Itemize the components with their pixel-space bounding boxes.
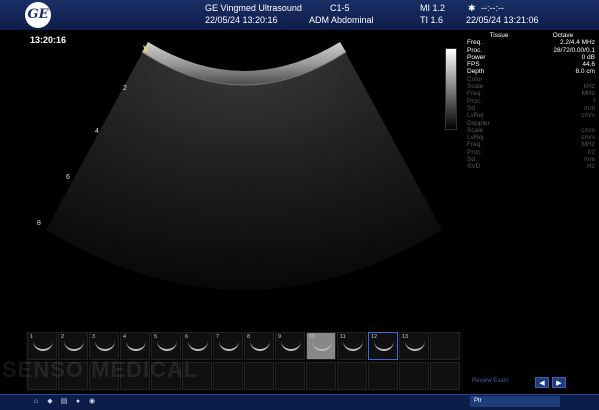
param-row: SVD Hz xyxy=(467,163,595,171)
review-hint: Review Exam xyxy=(472,378,509,384)
clip-slot-empty[interactable] xyxy=(306,362,336,390)
clip-thumbnail[interactable]: 7 xyxy=(213,332,243,360)
clip-slot-empty[interactable] xyxy=(275,362,305,390)
clip-thumbnail[interactable]: 5 xyxy=(151,332,181,360)
watermark: SENSO MEDICAL xyxy=(2,357,199,382)
prev-page-button[interactable]: ◀ xyxy=(535,377,549,388)
ge-logo: GE xyxy=(25,2,51,28)
clip-thumbnail[interactable]: 2 xyxy=(58,332,88,360)
next-page-button[interactable]: ▶ xyxy=(552,377,566,388)
param-row: Sd mm xyxy=(467,156,595,164)
clip-thumbnail[interactable]: 3 xyxy=(89,332,119,360)
param-row: Proc. f/2 xyxy=(467,148,595,156)
clip-thumbnail[interactable]: 4 xyxy=(120,332,150,360)
param-row: Scale cm/s xyxy=(467,126,595,134)
clip-thumbnail-selected[interactable]: 12 xyxy=(368,332,398,360)
freeze-icon: ✱ xyxy=(468,3,476,13)
clip-thumbnail[interactable]: 9 xyxy=(275,332,305,360)
mechanical-index: MI 1.2 xyxy=(420,3,446,13)
param-row: Freq. 2.2/4.4 MHz xyxy=(467,39,595,47)
patient-icon[interactable]: ◆ xyxy=(46,398,54,406)
home-icon[interactable]: ⌂ xyxy=(32,398,40,406)
depth-mark-6: 6 xyxy=(66,174,70,181)
clip-slot-empty[interactable] xyxy=(244,362,274,390)
param-row: Freq. MHz xyxy=(467,141,595,149)
clip-slot-empty[interactable] xyxy=(430,362,460,390)
header-bar: GE GE Vingmed Ultrasound 22/05/24 13:20:… xyxy=(0,0,599,31)
param-row: Scale kHz xyxy=(467,83,595,91)
clip-thumbnail[interactable]: 1 xyxy=(27,332,57,360)
parameter-panel: Tissue Octave Freq. 2.2/4.4 MHz Proc. 28/7… xyxy=(467,32,595,171)
gray-scale-bar xyxy=(445,48,457,130)
clip-slot-empty[interactable] xyxy=(399,362,429,390)
depth-mark-4: 4 xyxy=(95,128,99,135)
depth-mark-8: 8 xyxy=(37,220,41,227)
clip-slot-empty[interactable] xyxy=(213,362,243,390)
printer-icon[interactable]: ▤ xyxy=(60,398,68,406)
param-row: LvRej cm/s xyxy=(467,134,595,142)
system-name: GE Vingmed Ultrasound xyxy=(205,3,302,13)
param-row: Depth 8.0 cm xyxy=(467,68,595,76)
param-row: Freq. MHz xyxy=(467,90,595,98)
doppler-group-title: Doppler xyxy=(467,119,490,127)
param-columns: Tissue Octave xyxy=(467,32,595,39)
clock-dashes: --:--:-- xyxy=(481,3,504,13)
network-icon[interactable]: ◉ xyxy=(88,398,96,406)
color-group-title: Color xyxy=(467,75,483,83)
pointer-status[interactable]: Ptr xyxy=(470,396,560,407)
column-tissue: Tissue xyxy=(489,32,509,39)
clip-thumbnail[interactable]: 10 xyxy=(306,332,336,360)
record-icon[interactable]: ● xyxy=(74,398,82,406)
preset-label[interactable]: ADM Abdominal xyxy=(309,15,374,25)
clock-datetime: 22/05/24 13:21:06 xyxy=(466,15,539,25)
param-row: Proc. f xyxy=(467,97,595,105)
clip-thumbnail[interactable]: 11 xyxy=(337,332,367,360)
param-row: Proc. 28/72/0.00/0.1 xyxy=(467,46,595,54)
clip-slot-empty[interactable] xyxy=(368,362,398,390)
clip-slot-empty[interactable] xyxy=(430,332,460,360)
param-row: FPS 44.6 xyxy=(467,61,595,69)
param-row: Power 0 dB xyxy=(467,53,595,61)
image-time: 13:20:16 xyxy=(30,35,67,45)
exam-datetime: 22/05/24 13:20:16 xyxy=(205,15,278,25)
probe-label[interactable]: C1-5 xyxy=(330,3,350,13)
depth-mark-2: 2 xyxy=(123,85,127,92)
clip-thumbnail[interactable]: 6 xyxy=(182,332,212,360)
param-row: Sd mm xyxy=(467,104,595,112)
param-row: LvRej cm/s xyxy=(467,112,595,120)
orientation-marker: V xyxy=(143,44,150,54)
clip-slot-empty[interactable] xyxy=(337,362,367,390)
clip-thumbnail[interactable]: 8 xyxy=(244,332,274,360)
column-octave: Octave xyxy=(552,32,574,39)
clip-thumbnail[interactable]: 13 xyxy=(399,332,429,360)
thermal-index: TI 1.6 xyxy=(420,15,444,25)
